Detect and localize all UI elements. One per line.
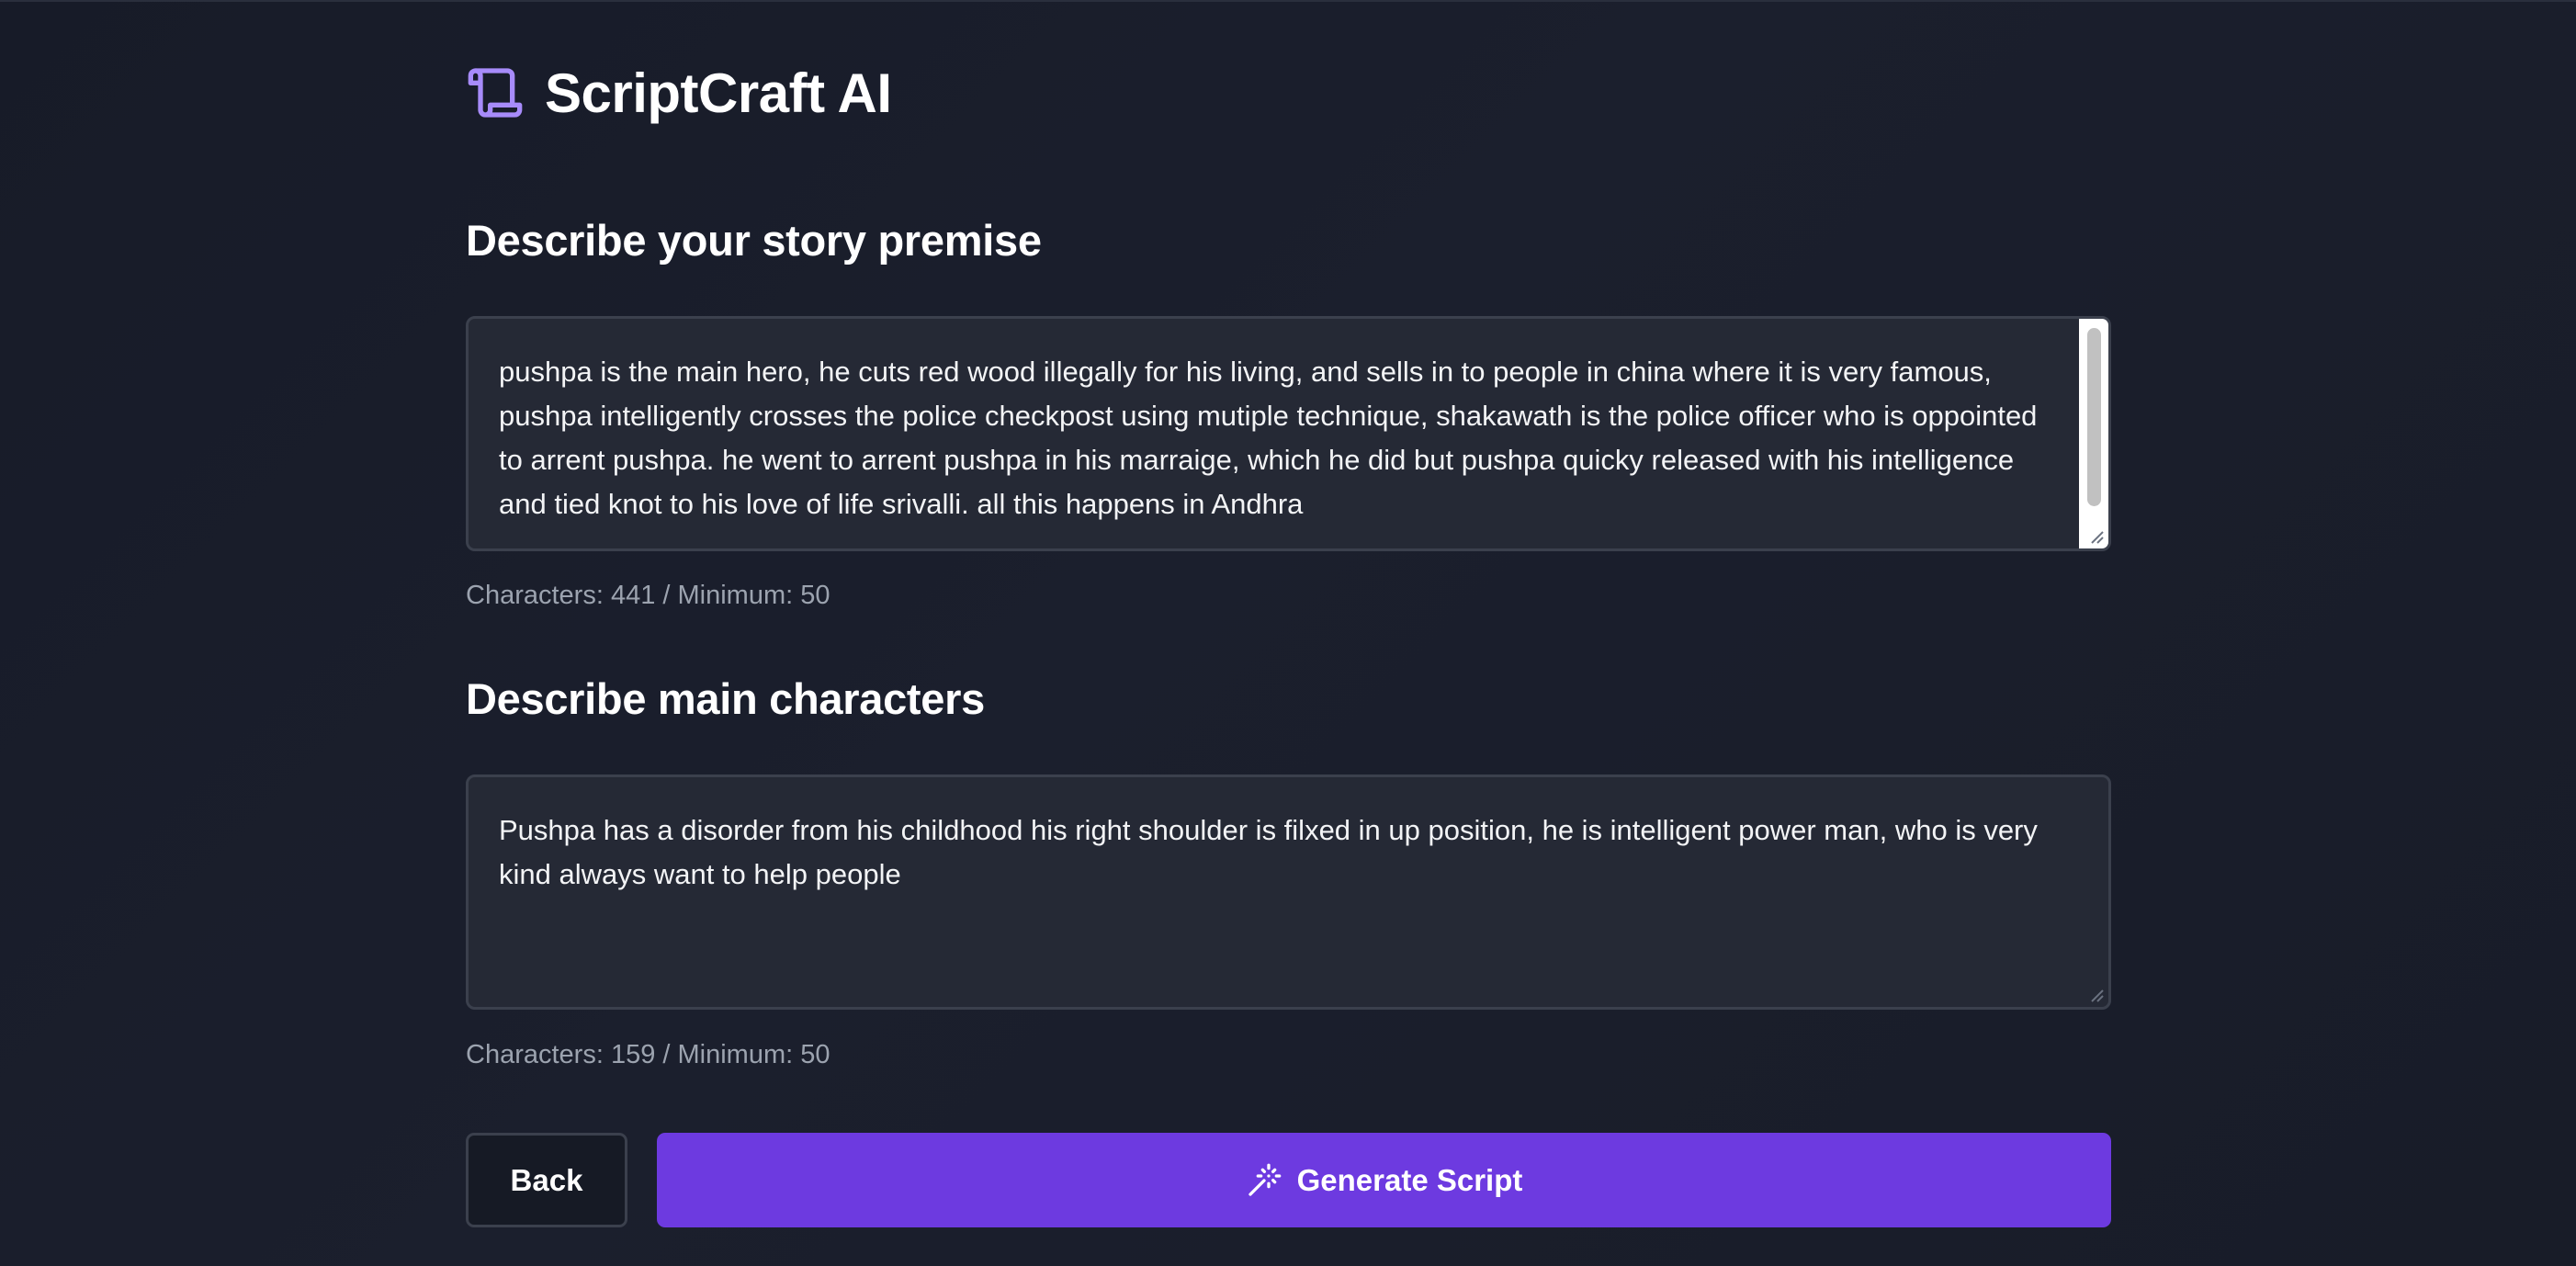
- generate-script-label: Generate Script: [1296, 1162, 1523, 1197]
- premise-textarea[interactable]: pushpa is the main hero, he cuts red woo…: [466, 316, 2111, 551]
- back-button[interactable]: Back: [466, 1133, 627, 1227]
- resize-handle-icon[interactable]: [2086, 985, 2105, 1003]
- app-header: ScriptCraft AI: [466, 61, 892, 125]
- characters-heading: Describe main characters: [466, 674, 985, 723]
- premise-char-count: Characters: 441 / Minimum: 50: [466, 581, 830, 610]
- generate-script-button[interactable]: Generate Script: [657, 1133, 2111, 1227]
- premise-scrollbar[interactable]: [2079, 319, 2108, 548]
- characters-char-count: Characters: 159 / Minimum: 50: [466, 1040, 830, 1069]
- characters-text: Pushpa has a disorder from his childhood…: [499, 814, 2038, 890]
- premise-scrollbar-thumb[interactable]: [2087, 328, 2101, 506]
- back-button-label: Back: [510, 1162, 583, 1197]
- premise-text: pushpa is the main hero, he cuts red woo…: [499, 356, 2038, 520]
- scroll-icon: [466, 63, 525, 122]
- resize-handle-icon[interactable]: [2086, 526, 2105, 545]
- characters-textarea[interactable]: Pushpa has a disorder from his childhood…: [466, 774, 2111, 1010]
- magic-wand-icon: [1246, 1162, 1282, 1199]
- top-border: [0, 0, 2576, 2]
- app-title: ScriptCraft AI: [545, 62, 892, 124]
- premise-heading: Describe your story premise: [466, 216, 1042, 265]
